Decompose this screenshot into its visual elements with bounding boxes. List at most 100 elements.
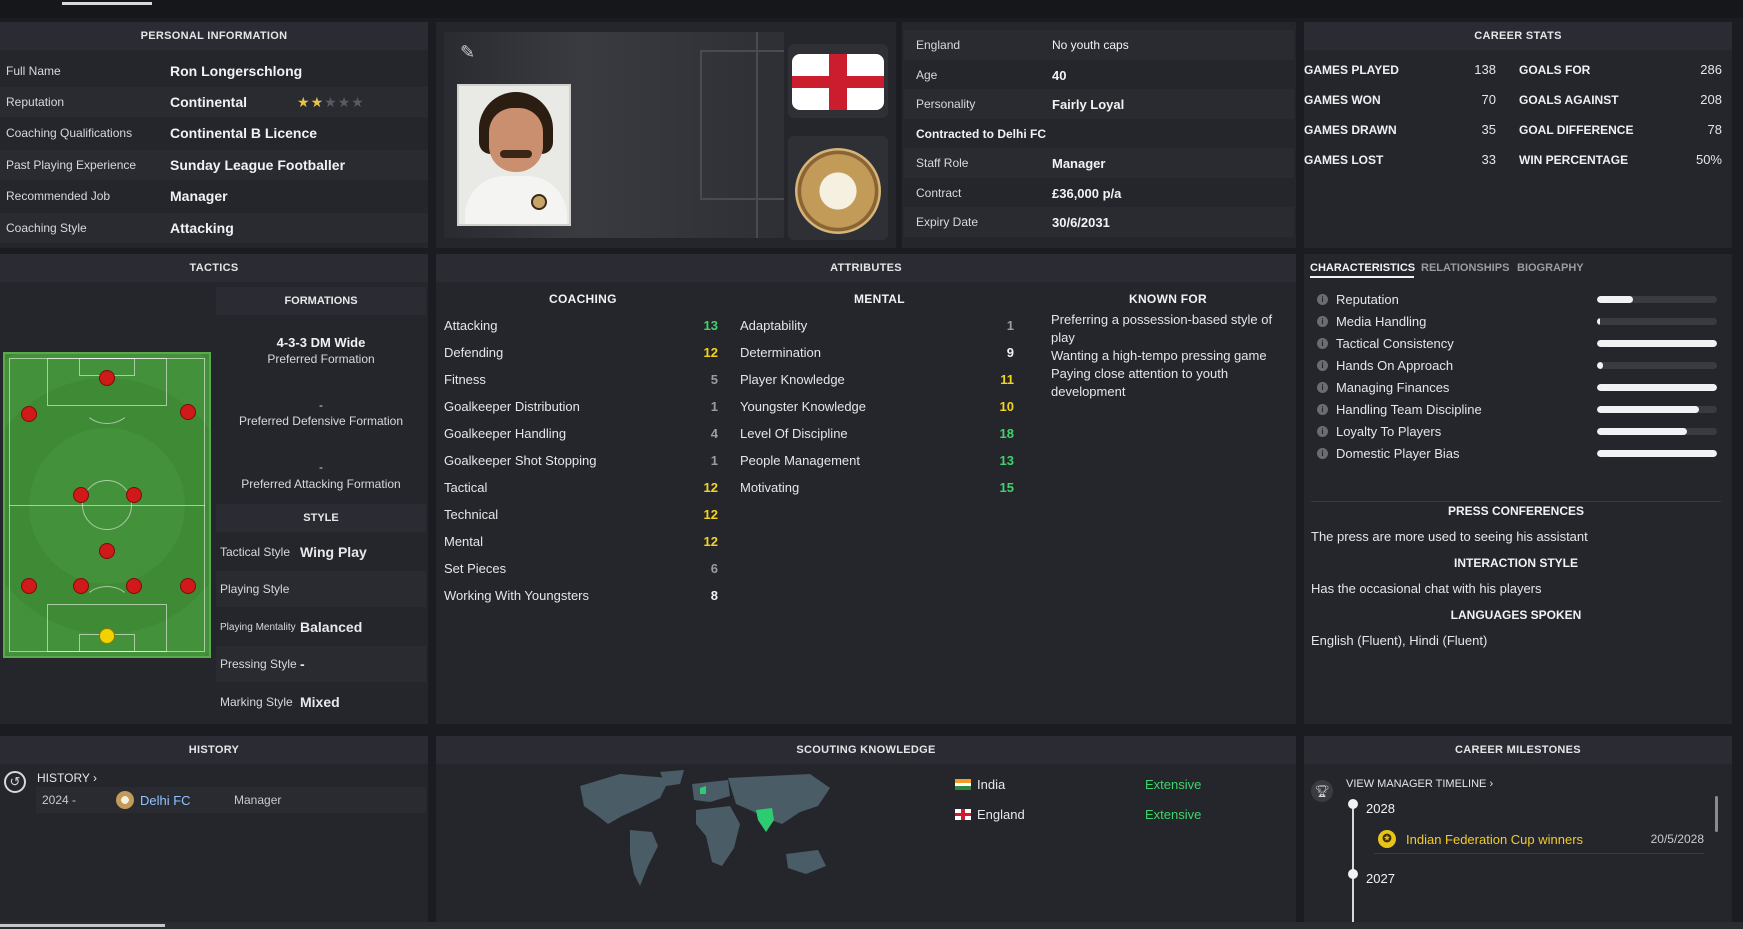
preferred-formation-label: Preferred Formation <box>267 352 375 366</box>
attribute-label: Working With Youngsters <box>444 588 589 603</box>
characteristic-row[interactable]: i Handling Team Discipline <box>1317 398 1717 420</box>
active-tab-indicator[interactable] <box>62 2 152 5</box>
marking-style-row: Marking Style Mixed <box>216 684 426 720</box>
player-marker-dl[interactable] <box>22 579 36 593</box>
attribute-value: 13 <box>703 318 718 333</box>
europe <box>692 780 730 802</box>
player-marker-st[interactable] <box>100 371 114 385</box>
info-icon[interactable]: i <box>1317 447 1328 459</box>
scouting-row-england[interactable]: England Extensive <box>955 801 1285 827</box>
manager-timeline-link[interactable]: VIEW MANAGER TIMELINE › <box>1346 778 1493 790</box>
attribute-value: 18 <box>999 426 1014 441</box>
info-icon[interactable]: i <box>1317 381 1328 393</box>
history-club-link[interactable]: Delhi FC <box>140 793 234 808</box>
history-link[interactable]: HISTORY › <box>37 771 97 785</box>
characteristic-row[interactable]: i Media Handling <box>1317 310 1717 332</box>
history-refresh-icon[interactable]: ↺ <box>4 771 26 793</box>
info-icon[interactable]: i <box>1317 337 1328 349</box>
player-marker-amr[interactable] <box>181 405 195 419</box>
player-marker-aml[interactable] <box>22 407 36 421</box>
attribute-row[interactable]: Adaptability 1 <box>740 312 1014 339</box>
attribute-row[interactable]: Set Pieces 6 <box>444 555 718 582</box>
milestones-scrollbar[interactable] <box>1715 796 1718 832</box>
attribute-row[interactable]: Level Of Discipline 18 <box>740 420 1014 447</box>
characteristic-row[interactable]: i Domestic Player Bias <box>1317 442 1717 464</box>
divider <box>1311 501 1721 502</box>
player-marker-dcr[interactable] <box>127 579 141 593</box>
row-label: Age <box>916 68 938 82</box>
attribute-row[interactable]: Youngster Knowledge 10 <box>740 393 1014 420</box>
history-link-label: HISTORY <box>37 771 90 785</box>
attribute-row[interactable]: Goalkeeper Handling 4 <box>444 420 718 447</box>
characteristic-row[interactable]: i Managing Finances <box>1317 376 1717 398</box>
reputation-stars: ★★★★★ <box>297 94 365 111</box>
attribute-row[interactable]: People Management 13 <box>740 447 1014 474</box>
player-marker-dr[interactable] <box>181 579 195 593</box>
attacking-formation-value: - <box>319 460 323 474</box>
star-icon: ★ <box>310 93 325 110</box>
player-marker-dcl[interactable] <box>74 579 88 593</box>
stat-value: 138 <box>1474 62 1496 77</box>
row-value: Wing Play <box>300 544 367 560</box>
club-badge-icon[interactable] <box>795 148 881 234</box>
scrollbar-thumb[interactable] <box>0 924 165 927</box>
history-role: Manager <box>234 793 282 807</box>
attribute-row[interactable]: Motivating 15 <box>740 474 1014 501</box>
star-icon: ★ <box>351 93 365 110</box>
player-marker-gk[interactable] <box>100 629 114 643</box>
attribute-row[interactable]: Working With Youngsters 8 <box>444 582 718 609</box>
attribute-label: Defending <box>444 345 504 360</box>
row-label: Tactical Style <box>220 545 291 559</box>
attribute-row[interactable]: Attacking 13 <box>444 312 718 339</box>
characteristic-label: Domestic Player Bias <box>1335 445 1460 461</box>
attribute-row[interactable]: Player Knowledge 11 <box>740 366 1014 393</box>
reputation-row: Reputation Continental ★★★★★ <box>0 87 428 117</box>
defensive-formation-label: Preferred Defensive Formation <box>238 414 404 428</box>
info-icon[interactable]: i <box>1317 293 1328 305</box>
player-marker-dm[interactable] <box>100 544 114 558</box>
india-flag-icon <box>955 778 971 790</box>
formation-pitch[interactable] <box>3 352 211 658</box>
player-marker-mcr[interactable] <box>127 488 141 502</box>
info-icon[interactable]: i <box>1317 359 1328 371</box>
asia <box>728 774 830 824</box>
attribute-label: Tactical <box>444 480 488 495</box>
panel-title: SCOUTING KNOWLEDGE <box>436 736 1296 764</box>
attribute-row[interactable]: Determination 9 <box>740 339 1014 366</box>
attribute-label: Technical <box>444 507 499 522</box>
history-row[interactable]: 2024 - Delhi FC Manager <box>36 787 426 813</box>
scouting-row-india[interactable]: India Extensive <box>955 771 1285 797</box>
top-tab-bar <box>0 0 1743 18</box>
characteristic-row[interactable]: i Reputation <box>1317 288 1717 310</box>
attribute-row[interactable]: Fitness 5 <box>444 366 718 393</box>
attribute-row[interactable]: Technical 12 <box>444 501 718 528</box>
england-flag-icon[interactable] <box>792 54 884 110</box>
info-icon[interactable]: i <box>1317 403 1328 415</box>
characteristic-row[interactable]: i Loyalty To Players <box>1317 420 1717 442</box>
world-map[interactable] <box>560 766 850 896</box>
characteristic-row[interactable]: i Tactical Consistency <box>1317 332 1717 354</box>
edit-pencil-icon[interactable]: ✎ <box>460 42 475 63</box>
attribute-label: Player Knowledge <box>740 372 845 387</box>
attribute-value: 12 <box>703 345 718 360</box>
row-label: Playing Style <box>220 582 290 596</box>
attribute-value: 12 <box>703 534 718 549</box>
milestone-row[interactable]: ✪ Indian Federation Cup winners 20/5/202… <box>1374 826 1704 854</box>
player-marker-mcl[interactable] <box>74 488 88 502</box>
attribute-row[interactable]: Goalkeeper Distribution 1 <box>444 393 718 420</box>
attribute-row[interactable]: Mental 12 <box>444 528 718 555</box>
attribute-row[interactable]: Tactical 12 <box>444 474 718 501</box>
attribute-label: Goalkeeper Distribution <box>444 399 580 414</box>
characteristic-row[interactable]: i Hands On Approach <box>1317 354 1717 376</box>
info-icon[interactable]: i <box>1317 315 1328 327</box>
tab-relationships[interactable]: RELATIONSHIPS <box>1421 262 1509 274</box>
tab-biography[interactable]: BIOGRAPHY <box>1517 262 1584 274</box>
info-icon[interactable]: i <box>1317 425 1328 437</box>
tab-characteristics[interactable]: CHARACTERISTICS <box>1310 262 1415 274</box>
attribute-row[interactable]: Defending 12 <box>444 339 718 366</box>
pressing-style-row: Pressing Style - <box>216 646 426 682</box>
attribute-row[interactable]: Goalkeeper Shot Stopping 1 <box>444 447 718 474</box>
bottom-scrollbar[interactable] <box>0 922 1743 929</box>
row-value: Manager <box>1052 155 1106 171</box>
row-value: Sunday League Footballer <box>170 157 346 173</box>
